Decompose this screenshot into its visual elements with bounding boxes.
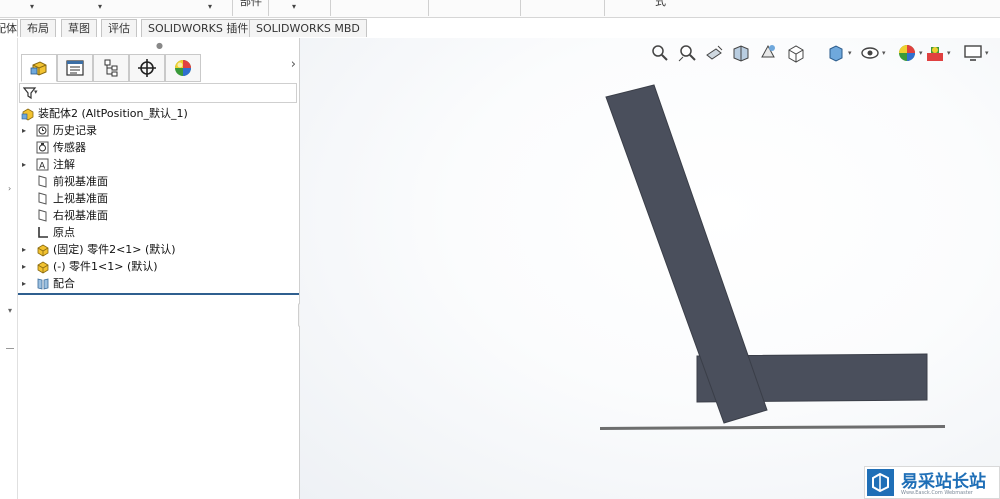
tree-node-label: 注解 xyxy=(53,158,75,171)
expand-arrow-icon[interactable]: ▸ xyxy=(22,156,26,173)
tree-item-part2[interactable]: ▸ (固定) 零件2<1> (默认) xyxy=(18,241,288,258)
expand-arrow-icon[interactable]: ▸ xyxy=(22,275,26,292)
dropdown-caret-icon[interactable]: ▾ xyxy=(34,88,38,96)
tree-node-label: 装配体2 (AltPosition_默认_1) xyxy=(38,107,188,120)
displaymanager-icon[interactable] xyxy=(165,54,201,82)
tree-node-label: 传感器 xyxy=(53,141,86,154)
ground-shadow xyxy=(600,425,945,430)
model-view[interactable] xyxy=(300,38,1000,499)
tree-node-label: 历史记录 xyxy=(53,124,97,137)
part-icon xyxy=(36,243,49,257)
plane-icon xyxy=(36,209,49,222)
plane-icon xyxy=(36,192,49,205)
panel-tab-bar xyxy=(18,54,299,83)
ribbon-cut-label: 部件 xyxy=(240,0,262,8)
graphics-viewport[interactable]: ▾ ▾ ▾ ▾ ▾ xyxy=(300,38,1000,499)
configurationmanager-icon[interactable] xyxy=(93,54,129,82)
origin-icon xyxy=(36,226,49,239)
tree-filter-bar[interactable]: ▾ xyxy=(19,83,297,103)
tree-node-label: 配合 xyxy=(53,277,75,290)
tab-solidworks-mbd[interactable]: SOLIDWORKS MBD xyxy=(249,19,367,37)
tree-end-rollback-bar[interactable] xyxy=(18,293,299,295)
collapse-arrow-icon[interactable]: › xyxy=(8,184,11,193)
tree-node-label: 右视基准面 xyxy=(53,209,108,222)
ribbon-cut-label: 式 xyxy=(655,0,666,8)
tab-assembly[interactable]: 配体 xyxy=(0,19,18,37)
tree-root-assembly[interactable]: 装配体2 (AltPosition_默认_1) xyxy=(18,105,288,122)
expand-arrow-icon[interactable]: ▸ xyxy=(22,241,26,258)
command-manager-tabs: 配体 布局 草图 评估 SOLIDWORKS 插件 SOLIDWORKS MBD xyxy=(0,18,1000,39)
tree-item-part1[interactable]: ▸ (-) 零件1<1> (默认) xyxy=(18,258,288,275)
panel-more-arrow[interactable]: › xyxy=(291,57,296,72)
watermark-text: 易采站长站 xyxy=(901,472,986,492)
history-icon xyxy=(36,124,49,137)
divider xyxy=(6,348,14,349)
plane-icon xyxy=(36,175,49,188)
tab-layout[interactable]: 布局 xyxy=(20,19,56,37)
dropdown-caret-icon[interactable]: ▾ xyxy=(208,2,212,11)
tree-item-right-plane[interactable]: 右视基准面 xyxy=(18,207,288,224)
tree-node-label: 上视基准面 xyxy=(53,192,108,205)
feature-manager-panel: ● › ▾ 装配体2 (AltPosition_默认_1) ▸ 历史记录 传感器… xyxy=(18,38,300,499)
tree-node-label: 前视基准面 xyxy=(53,175,108,188)
tree-node-label: 原点 xyxy=(53,226,75,239)
dropdown-caret-icon[interactable]: ▾ xyxy=(292,2,296,11)
tree-item-top-plane[interactable]: 上视基准面 xyxy=(18,190,288,207)
panel-grip-icon[interactable]: ● xyxy=(156,41,163,50)
expand-arrow-icon[interactable]: ▸ xyxy=(22,258,26,275)
tab-evaluate[interactable]: 评估 xyxy=(101,19,137,37)
tree-item-front-plane[interactable]: 前视基准面 xyxy=(18,173,288,190)
assembly-icon xyxy=(21,107,34,121)
dropdown-caret-icon[interactable]: ▾ xyxy=(30,2,34,11)
tree-node-label: (-) 零件1<1> (默认) xyxy=(53,260,158,273)
annotation-icon: A xyxy=(36,158,49,172)
tree-node-label: (固定) 零件2<1> (默认) xyxy=(53,243,176,256)
tree-item-origin[interactable]: 原点 xyxy=(18,224,288,241)
sensor-icon xyxy=(36,141,49,154)
watermark-logo-icon xyxy=(867,469,894,496)
watermark-badge: 易采站长站 Www.Easck.Com Webmaster xyxy=(864,466,1000,499)
ribbon-top-strip: ▾ ▾ ▾ 部件 ▾ 式 xyxy=(0,0,1000,18)
watermark-subtext: Www.Easck.Com Webmaster xyxy=(901,490,973,496)
expand-arrow-icon[interactable]: ▸ xyxy=(22,122,26,139)
tab-sketch[interactable]: 草图 xyxy=(61,19,97,37)
part-icon xyxy=(36,260,49,274)
part2-tilted-arm xyxy=(605,84,768,424)
mates-icon xyxy=(36,277,49,290)
dropdown-caret-icon[interactable]: ▾ xyxy=(98,2,102,11)
featuremanager-icon[interactable] xyxy=(21,54,57,82)
dimxpert-icon[interactable] xyxy=(129,54,165,82)
propertymanager-icon[interactable] xyxy=(57,54,93,82)
tab-solidworks-addins[interactable]: SOLIDWORKS 插件 xyxy=(141,19,256,37)
left-edge-strip: › ▾ xyxy=(0,38,18,499)
tree-item-sensors[interactable]: 传感器 xyxy=(18,139,288,156)
tree-item-annotations[interactable]: ▸ A 注解 xyxy=(18,156,288,173)
tree-item-mates[interactable]: ▸ 配合 xyxy=(18,275,288,292)
tree-item-history[interactable]: ▸ 历史记录 xyxy=(18,122,288,139)
svg-text:A: A xyxy=(39,162,46,172)
dropdown-caret-icon[interactable]: ▾ xyxy=(8,306,12,315)
